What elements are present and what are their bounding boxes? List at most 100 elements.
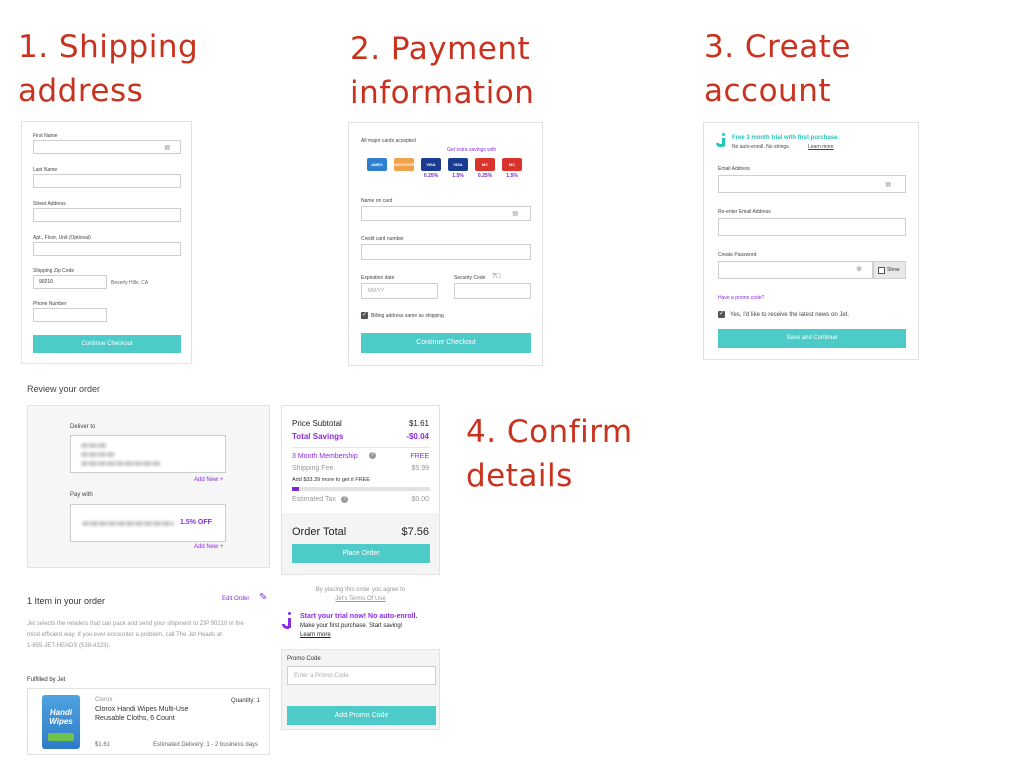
- shipping-continue-button[interactable]: Continue Checkout: [33, 335, 181, 353]
- security-code-input[interactable]: [454, 283, 531, 299]
- apt-label: Apt., Floor, Unit (Optional): [33, 235, 91, 241]
- pencil-icon[interactable]: ✎: [259, 593, 267, 603]
- terms-note: By placing this order you agree to Jet's…: [281, 586, 440, 604]
- email-input[interactable]: ▤: [718, 175, 906, 193]
- promo-code-link[interactable]: Have a promo code?: [718, 295, 764, 301]
- terms-of-use-link[interactable]: Jet's Terms Of Use: [281, 595, 440, 604]
- password-input[interactable]: ⊕: [718, 261, 873, 279]
- step-3-title-line-2: account: [704, 73, 832, 109]
- apt-input[interactable]: [33, 242, 181, 256]
- tax-label: Estimated Tax: [292, 496, 336, 503]
- subtotal-value: $1.61: [408, 419, 429, 428]
- name-on-card-label: Name on card: [361, 198, 393, 204]
- order-total-label: Order Total: [292, 526, 347, 538]
- card-savings-pct-6: 1.5%: [506, 173, 518, 179]
- name-on-card-input[interactable]: ▤: [361, 206, 531, 221]
- place-order-button[interactable]: Place Order: [292, 544, 430, 563]
- savings-value: -$0.04: [406, 432, 429, 441]
- contact-card-icon: ▤: [885, 182, 891, 188]
- shipping-form-panel: First Name ▤ Last Name Street Address Ap…: [21, 121, 192, 364]
- quantity-label[interactable]: Quantity: 1: [231, 698, 260, 704]
- credit-card-number-label: Credit card number: [361, 236, 404, 242]
- step-1-title: 1. Shipping address: [18, 25, 198, 113]
- shipping-fee-label: Shipping Fee: [292, 465, 334, 472]
- edit-order-link[interactable]: Edit Order: [222, 596, 249, 602]
- first-name-input[interactable]: ▤: [33, 140, 181, 154]
- create-account-panel: Free 3 month trial with first purchase. …: [703, 122, 919, 360]
- reenter-email-input[interactable]: [718, 218, 906, 236]
- terms-line-1: By placing this order you agree to: [315, 587, 406, 593]
- add-new-payment-link[interactable]: Add New +: [194, 544, 224, 550]
- trial-subtitle: No auto-enroll. No strings.: [732, 144, 791, 150]
- payment-form-panel: All major cards accepted Get extra savin…: [348, 122, 543, 366]
- phone-input[interactable]: [33, 308, 107, 322]
- jet-logo-icon: [282, 612, 294, 634]
- tax-value: $0.00: [411, 496, 429, 503]
- free-shipping-note: Add $33.39 more to get it FREE: [292, 477, 370, 483]
- zip-value: 90210: [39, 279, 53, 285]
- step-2-title-line-2: information: [350, 75, 535, 111]
- show-password-checkbox[interactable]: [878, 267, 885, 274]
- items-heading: 1 Item in your order: [27, 596, 106, 606]
- order-item-card: Handi Wipes Clorox Clorox Handi Wipes Mu…: [27, 688, 270, 755]
- note-line-1: Jet selects the retailers that can pack …: [27, 621, 244, 627]
- street-address-input[interactable]: [33, 208, 181, 222]
- promo-code-input[interactable]: Enter a Promo Code: [287, 666, 436, 685]
- product-name-line-1[interactable]: Clorox Handi Wipes Multi-Use: [95, 706, 188, 713]
- show-password-toggle[interactable]: Show: [873, 261, 906, 279]
- trial-learn-more-link[interactable]: Learn more: [300, 632, 331, 638]
- membership-value: FREE: [410, 453, 429, 460]
- help-icon[interactable]: ?⃝: [492, 273, 501, 281]
- expiration-input[interactable]: MM/YY: [361, 283, 438, 299]
- show-password-label: Show: [887, 267, 900, 273]
- card-logo-6: MC: [502, 158, 522, 171]
- product-brand: Clorox: [95, 697, 113, 703]
- contact-card-icon: ▤: [164, 145, 170, 151]
- jet-logo-icon: [716, 133, 728, 151]
- learn-more-link[interactable]: Learn more: [808, 144, 834, 150]
- step-3-title: 3. Create account: [704, 25, 851, 113]
- fulfilled-by-label: Fulfilled by Jet: [27, 677, 66, 683]
- product-price: $1.61: [95, 742, 111, 748]
- password-key-icon: ⊕: [856, 266, 862, 273]
- add-new-address-link[interactable]: Add New +: [194, 477, 224, 483]
- zip-input[interactable]: 90210: [33, 275, 107, 289]
- address-line-3-redacted: [81, 461, 161, 466]
- last-name-label: Last Name: [33, 167, 58, 173]
- security-code-label: Security Code: [454, 275, 486, 281]
- expiration-label: Expiration date: [361, 275, 395, 281]
- billing-same-label: Billing address same as shipping: [371, 313, 444, 319]
- membership-label: 3 Month Membership: [292, 453, 358, 460]
- extra-savings-label: Get extra savings with: [447, 147, 497, 153]
- payment-method-box[interactable]: 1.5% OFF: [70, 504, 226, 542]
- add-promo-code-button[interactable]: Add Promo Code: [287, 706, 436, 725]
- billing-same-checkbox[interactable]: ✓: [361, 312, 368, 319]
- news-checkbox[interactable]: ✓: [718, 311, 725, 318]
- save-and-continue-button[interactable]: Save and Continue: [718, 329, 906, 348]
- payment-continue-button[interactable]: Continue Checkout: [361, 333, 531, 353]
- step-3-title-line-1: 3. Create: [704, 29, 851, 65]
- trial-promo-subtitle: Make your first purchase. Start saving!: [300, 623, 403, 629]
- email-label: Email Address: [718, 166, 750, 172]
- card-savings-pct-3: 0.25%: [423, 173, 439, 179]
- card-logo-1: AMEX: [367, 158, 387, 171]
- step-2-title-line-1: 2. Payment: [350, 31, 531, 67]
- review-heading: Review your order: [27, 384, 101, 394]
- cards-accepted-label: All major cards accepted: [361, 138, 416, 144]
- info-icon[interactable]: ?: [341, 496, 348, 503]
- card-logo-3: VISA: [421, 158, 441, 171]
- review-panel: Deliver to Add New + Pay with 1.5% OFF A…: [27, 405, 270, 568]
- product-name-line-2[interactable]: Reusable Cloths, 6 Count: [95, 715, 175, 722]
- order-total-section: Order Total $7.56 Place Order: [282, 513, 439, 574]
- shipping-fee-value: $5.99: [411, 465, 429, 472]
- last-name-input[interactable]: [33, 174, 181, 188]
- promo-code-label: Promo Code: [287, 656, 321, 662]
- step-1-title-line-2: address: [18, 73, 144, 109]
- credit-card-number-input[interactable]: [361, 244, 531, 260]
- info-icon[interactable]: ?: [369, 452, 376, 459]
- delivery-address-box[interactable]: [70, 435, 226, 473]
- product-label-strip: [48, 733, 74, 741]
- address-line-1-redacted: [81, 443, 107, 448]
- summary-divider: [292, 447, 430, 448]
- password-label: Create Password: [718, 252, 757, 258]
